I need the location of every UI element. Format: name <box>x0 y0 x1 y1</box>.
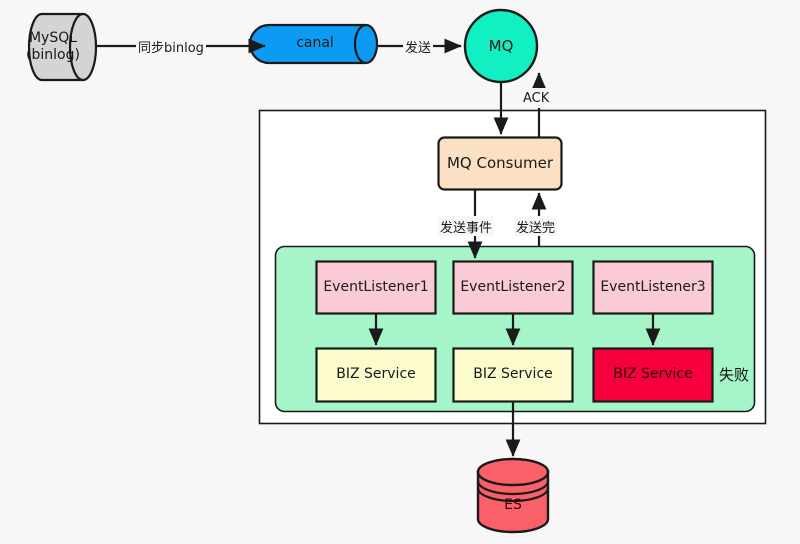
node-mq-consumer[interactable] <box>437 136 563 191</box>
node-canal[interactable] <box>248 23 379 65</box>
edge-label-send-done: 发送完 <box>514 216 558 236</box>
edge-label-send: 发送 <box>403 36 434 56</box>
edge-label-sync-binlog: 同步binlog <box>136 36 206 56</box>
node-event-listener-2[interactable] <box>452 260 574 315</box>
node-biz-service-3-failed[interactable] <box>592 347 714 403</box>
node-mysql[interactable] <box>27 12 98 82</box>
diagram-canvas <box>0 0 800 544</box>
node-biz-service-1[interactable] <box>315 347 437 403</box>
annotation-failure: 失败 <box>719 366 750 384</box>
node-event-listener-1[interactable] <box>315 260 437 315</box>
node-es[interactable] <box>476 457 550 534</box>
edge-label-send-event: 发送事件 <box>438 216 495 236</box>
node-event-listener-3[interactable] <box>592 260 714 315</box>
node-mq[interactable] <box>463 8 539 84</box>
edge-label-ack: ACK <box>521 88 552 108</box>
node-biz-service-2[interactable] <box>452 347 574 403</box>
